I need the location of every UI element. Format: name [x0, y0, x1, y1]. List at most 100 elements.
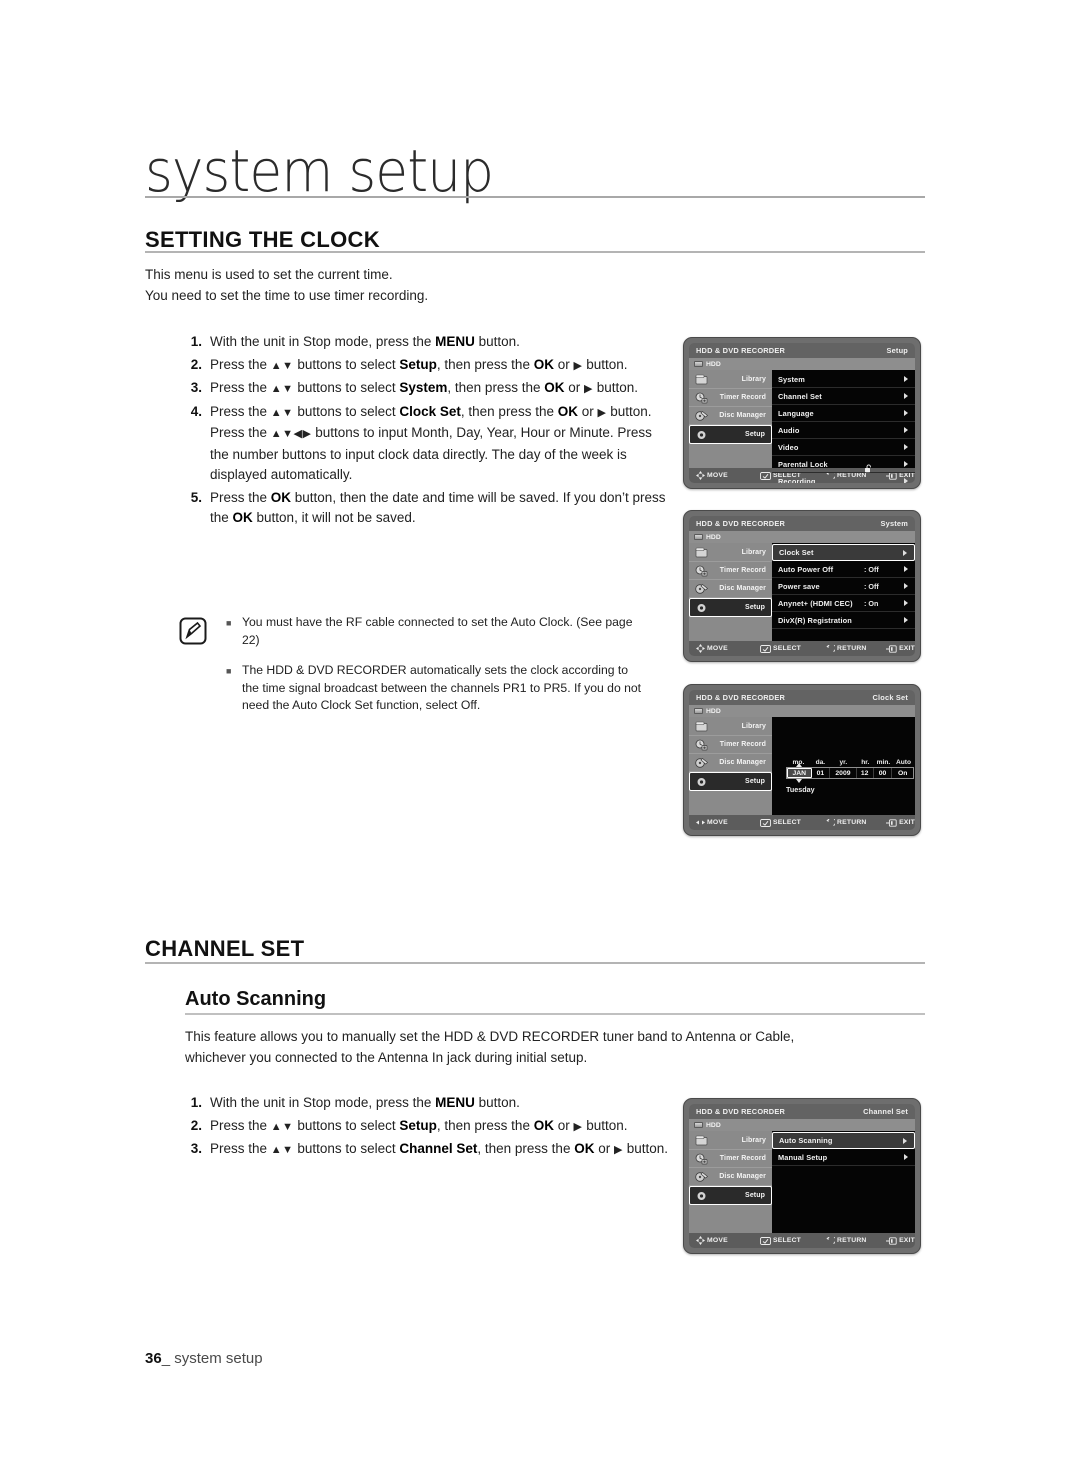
osd-brand-label: HDD & DVD RECORDER — [696, 346, 786, 355]
clock-value-min[interactable]: 00 — [874, 768, 893, 778]
ok-select-icon — [760, 1236, 771, 1245]
sidebar-item-disc-manager[interactable]: Disc Manager — [689, 407, 772, 425]
bottom-bar-select[interactable]: SELECT — [760, 644, 825, 653]
menu-item-clock-set[interactable]: Clock Set — [772, 544, 915, 561]
bottom-bar-return[interactable]: RETURN — [825, 818, 886, 827]
bottom-bar-return[interactable]: RETURN — [825, 1236, 886, 1245]
menu-item-audio[interactable]: Audio — [772, 422, 915, 439]
chevron-right-icon — [903, 549, 907, 556]
osd-hdd-tab[interactable]: HDD — [689, 358, 915, 370]
bottom-bar-move[interactable]: MOVE — [689, 644, 760, 653]
sidebar-item-timer-record[interactable]: Timer Record — [689, 1150, 772, 1168]
bottom-bar-select[interactable]: SELECT — [760, 1236, 825, 1245]
osd-hdd-tab[interactable]: HDD — [689, 705, 915, 717]
instruction-step: 3. Press the ▲▼ buttons to select System,… — [180, 378, 670, 400]
sidebar-item-disc-manager[interactable]: Disc Manager — [689, 580, 772, 598]
disc-manager-icon — [694, 409, 709, 422]
menu-item-anynet-hdmi-cec[interactable]: Anynet+ (HDMI CEC): On — [772, 595, 915, 612]
step-text: Press the ▲▼ buttons to select Setup, th… — [210, 1117, 628, 1133]
sidebar-item-label: Disc Manager — [719, 1173, 766, 1180]
osd-titlebar: HDD & DVD RECORDER System — [689, 516, 915, 531]
osd-hdd-label: HDD — [706, 360, 721, 368]
clock-value-hr[interactable]: 12 — [857, 768, 874, 778]
footer-page-number: 36 — [145, 1350, 162, 1367]
clock-value-Auto[interactable]: On — [892, 768, 913, 778]
sidebar-item-label: Library — [741, 549, 766, 556]
bottom-bar-move[interactable]: MOVE — [689, 471, 760, 480]
osd-body: Library Timer Record Disc Manager Setup Syst… — [689, 370, 915, 483]
osd-page-title: Setup — [886, 346, 908, 355]
menu-item-label: Clock Set — [779, 548, 814, 557]
instruction-step: 2. Press the ▲▼ buttons to select Setup, … — [180, 355, 670, 377]
timer-record-icon — [694, 1152, 709, 1165]
bottom-bar-return[interactable]: RETURN — [825, 644, 886, 653]
menu-item-system[interactable]: System — [772, 371, 915, 388]
caret-down-icon — [796, 779, 802, 783]
bottom-bar-move[interactable]: MOVE — [689, 819, 760, 826]
sidebar-item-library[interactable]: Library — [689, 371, 772, 389]
bottom-bar-move[interactable]: MOVE — [689, 1236, 760, 1245]
sidebar-item-disc-manager[interactable]: Disc Manager — [689, 754, 772, 772]
bottom-bar-select-label: SELECT — [773, 645, 802, 652]
sidebar-item-setup[interactable]: Setup — [689, 772, 772, 791]
hdd-drive-icon — [694, 534, 703, 540]
osd-inner: HDD & DVD RECORDER Channel Set HDD Library T… — [689, 1104, 915, 1248]
step-number: 4. — [190, 403, 202, 419]
library-icon — [694, 373, 709, 386]
bottom-bar-select[interactable]: SELECT — [760, 818, 825, 827]
sidebar-item-timer-record[interactable]: Timer Record — [689, 389, 772, 407]
clock-header-cell: min. — [876, 759, 891, 766]
instruction-step: 2. Press the ▲▼ buttons to select Setup, … — [180, 1116, 670, 1138]
step-text: With the unit in Stop mode, press the ME… — [210, 1095, 520, 1110]
chapter-header: system setup — [145, 140, 925, 212]
step-number: 1. — [190, 334, 202, 349]
sidebar-item-library[interactable]: Library — [689, 544, 772, 562]
sidebar-item-setup[interactable]: Setup — [689, 598, 772, 617]
bottom-bar-exit[interactable]: EXIT — [886, 818, 915, 827]
menu-item-channel-set[interactable]: Channel Set — [772, 388, 915, 405]
osd-hdd-tab[interactable]: HDD — [689, 531, 915, 543]
bottom-bar-exit[interactable]: EXIT — [886, 644, 915, 653]
menu-item-auto-scanning[interactable]: Auto Scanning — [772, 1132, 915, 1149]
menu-item-language[interactable]: Language — [772, 405, 915, 422]
sidebar-item-library[interactable]: Library — [689, 718, 772, 736]
clock-value-yr[interactable]: 2009 — [830, 768, 857, 778]
menu-item-video[interactable]: Video — [772, 439, 915, 456]
menu-item-label: Language — [778, 408, 814, 418]
caret-up-icon — [796, 763, 802, 767]
chevron-right-icon — [904, 583, 908, 589]
step-number: 1. — [190, 1095, 202, 1110]
sidebar-item-label: Library — [741, 723, 766, 730]
sidebar-item-timer-record[interactable]: Timer Record — [689, 736, 772, 754]
clock-value-da[interactable]: 01 — [812, 768, 831, 778]
clock-header-cell: da. — [815, 759, 826, 766]
sidebar-item-setup[interactable]: Setup — [689, 425, 772, 444]
bottom-bar-exit[interactable]: EXIT — [886, 1236, 915, 1245]
clock-header-cell: Auto — [895, 759, 911, 766]
clock-value-mo[interactable]: JAN — [787, 768, 812, 778]
osd-inner: HDD & DVD RECORDER Setup HDD Library Timer R… — [689, 343, 915, 483]
hdd-drive-icon — [694, 1122, 703, 1128]
step-text: Press the ▲▼ buttons to select Clock Set… — [210, 403, 652, 483]
note-text: The HDD & DVD RECORDER automatically set… — [242, 663, 642, 712]
clock-weekday-label: Tuesday — [786, 785, 815, 794]
channel-intro-line1: This feature allows you to manually set … — [185, 1029, 795, 1044]
sidebar-item-setup[interactable]: Setup — [689, 1186, 772, 1205]
menu-item-divx-r-registration[interactable]: DivX(R) Registration — [772, 612, 915, 629]
instruction-step: 4. Press the ▲▼ buttons to select Clock S… — [180, 402, 670, 486]
osd-sidebar: Library Timer Record Disc Manager Setup — [689, 717, 772, 815]
exit-icon — [886, 818, 897, 827]
sidebar-item-library[interactable]: Library — [689, 1132, 772, 1150]
menu-item-manual-setup[interactable]: Manual Setup — [772, 1149, 915, 1166]
sidebar-item-timer-record[interactable]: Timer Record — [689, 562, 772, 580]
menu-item-value: : Off — [864, 581, 879, 591]
menu-item-power-save[interactable]: Power save: Off — [772, 578, 915, 595]
menu-item-auto-power-off[interactable]: Auto Power Off: Off — [772, 561, 915, 578]
setup-gear-icon — [695, 428, 710, 441]
osd-hdd-tab[interactable]: HDD — [689, 1119, 915, 1131]
return-arrow-icon — [825, 818, 836, 827]
menu-item-parental-lock[interactable]: Parental Lock — [772, 456, 915, 473]
osd-screenshot-setup-menu: HDD & DVD RECORDER Setup HDD Library Timer R… — [683, 337, 921, 489]
sidebar-item-disc-manager[interactable]: Disc Manager — [689, 1168, 772, 1186]
menu-item-recording[interactable]: Recording — [772, 473, 915, 483]
